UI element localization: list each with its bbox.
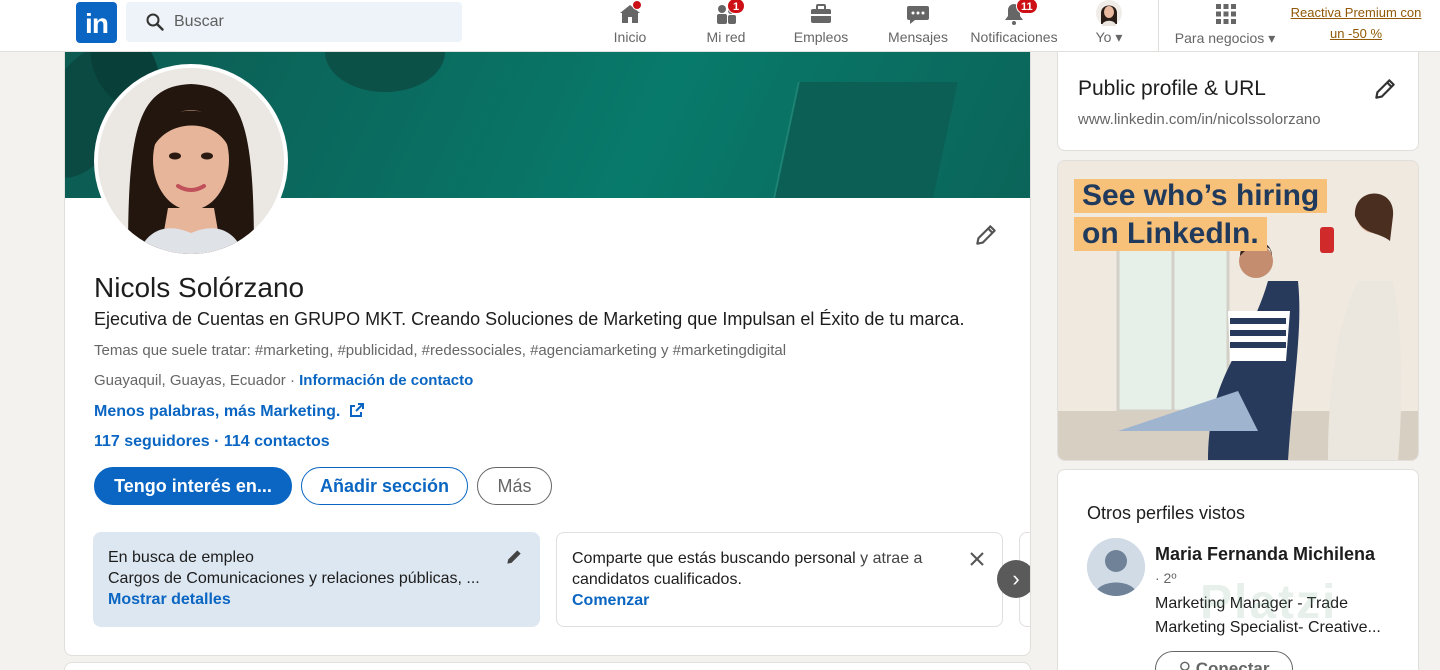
get-started-link[interactable]: Comenzar — [572, 592, 649, 610]
external-link-icon — [349, 403, 364, 417]
nav-divider — [1158, 0, 1159, 52]
open-to-button[interactable]: Tengo interés en... — [94, 467, 292, 505]
notifications-badge: 11 — [1016, 0, 1038, 14]
public-profile-url: www.linkedin.com/in/nicolssolorzano — [1078, 111, 1321, 128]
premium-link[interactable]: Reactiva Premium con un -50 % — [1282, 2, 1430, 44]
contact-info-link[interactable]: Información de contacto — [299, 372, 473, 389]
followers-link[interactable]: 117 seguidores — [94, 433, 210, 450]
profile-card: Nicols Solórzano Ejecutiva de Cuentas en… — [64, 52, 1031, 656]
profile-website-link[interactable]: Menos palabras, más Marketing. — [94, 402, 365, 421]
next-section-card — [64, 662, 1031, 670]
chevron-down-icon: ▾ — [1115, 29, 1123, 45]
open-to-work-panel[interactable]: En busca de empleo Cargos de Comunicacio… — [93, 532, 540, 627]
profile-location-line: Guayaquil, Guayas, Ecuador · Información… — [94, 372, 473, 389]
ad-headline-line1: See who’s hiring — [1074, 179, 1328, 213]
profile-photo[interactable] — [94, 64, 288, 258]
public-profile-title: Public profile & URL — [1078, 77, 1266, 100]
hire-panel-title: Comparte que estás buscando personal y a… — [572, 550, 923, 567]
network-badge: 1 — [727, 0, 745, 14]
chevron-down-icon: ▾ — [1268, 30, 1276, 46]
profile-headline: Ejecutiva de Cuentas en GRUPO MKT. Crean… — [94, 309, 965, 329]
public-profile-card: Public profile & URL www.linkedin.com/in… — [1057, 52, 1419, 151]
nav-me[interactable]: Yo ▾ — [1084, 0, 1134, 52]
nav-label: Empleos — [793, 29, 849, 45]
briefcase-icon — [811, 4, 831, 23]
edit-pencil-icon[interactable] — [504, 547, 524, 567]
platzi-watermark: Platzi — [1200, 576, 1338, 629]
hire-panel-text: candidatos cualificados. — [572, 571, 742, 588]
connections-link[interactable]: · 114 contactos — [210, 433, 330, 450]
nav-notifications[interactable]: 11 Notificaciones — [966, 0, 1062, 52]
banner-notebook — [772, 82, 958, 198]
search-input[interactable] — [174, 2, 454, 42]
grid-icon — [1216, 4, 1236, 24]
close-icon[interactable] — [969, 551, 985, 567]
profile-counts: 117 seguidores · 114 contactos — [94, 433, 330, 451]
person-avatar[interactable] — [1087, 538, 1145, 596]
nav-home[interactable]: Inicio — [600, 0, 660, 52]
profile-topics: Temas que suele tratar: #marketing, #pub… — [94, 342, 787, 359]
hiring-ad[interactable]: See who’s hiring on LinkedIn. — [1057, 160, 1419, 461]
others-viewed-title: Otros perfiles vistos — [1087, 503, 1246, 523]
nav-label: Mensajes — [888, 29, 948, 45]
ad-headline-line2: on LinkedIn. — [1074, 217, 1267, 251]
job-panel-title: En busca de empleo — [108, 549, 254, 566]
search-icon — [146, 13, 164, 31]
edit-url-pencil-icon[interactable] — [1372, 76, 1398, 102]
nav-label: Inicio — [613, 29, 647, 45]
banner-shape — [325, 52, 445, 92]
more-button[interactable]: Más — [477, 467, 552, 505]
hiring-panel[interactable]: Comparte que estás buscando personal y a… — [556, 532, 1003, 627]
profile-name: Nicols Solórzano — [94, 272, 305, 303]
me-avatar — [1096, 0, 1122, 26]
add-person-icon: ⚲ — [1178, 659, 1192, 670]
profile-photo-image — [98, 68, 284, 254]
messaging-icon — [907, 6, 929, 24]
nav-me-label: Yo ▾ — [1095, 29, 1123, 45]
profile-location: Guayaquil, Guayas, Ecuador · — [94, 372, 300, 389]
nav-label: Notificaciones — [970, 29, 1058, 45]
nav-jobs[interactable]: Empleos — [786, 0, 856, 52]
person-name[interactable]: Maria Fernanda Michilena — [1155, 544, 1375, 565]
home-dot-badge — [632, 0, 642, 10]
linkedin-logo[interactable]: in — [76, 2, 117, 43]
person-degree: · 2º — [1155, 570, 1177, 586]
nav-my-network[interactable]: 1 Mi red — [696, 0, 756, 52]
edit-profile-pencil-icon[interactable] — [973, 222, 999, 248]
add-section-button[interactable]: Añadir sección — [301, 467, 468, 505]
nav-label: Mi red — [706, 29, 746, 45]
job-panel-text: Cargos de Comunicaciones y relaciones pú… — [108, 570, 480, 587]
others-viewed-card: Otros perfiles vistos Maria Fernanda Mic… — [1057, 469, 1419, 670]
show-details-link[interactable]: Mostrar detalles — [108, 591, 231, 609]
nav-messaging[interactable]: Mensajes — [884, 0, 952, 52]
top-nav: in Inicio 1 Mi red Empleos Mensajes 11 N… — [0, 0, 1440, 52]
nav-for-business[interactable]: Para negocios ▾ — [1170, 0, 1280, 52]
nav-business-label: Para negocios ▾ — [1174, 30, 1276, 46]
default-avatar-icon — [1087, 538, 1145, 596]
search-bar[interactable] — [126, 2, 462, 42]
connect-button[interactable]: ⚲ Conectar — [1155, 651, 1293, 670]
carousel-next-button[interactable]: › — [997, 560, 1030, 598]
